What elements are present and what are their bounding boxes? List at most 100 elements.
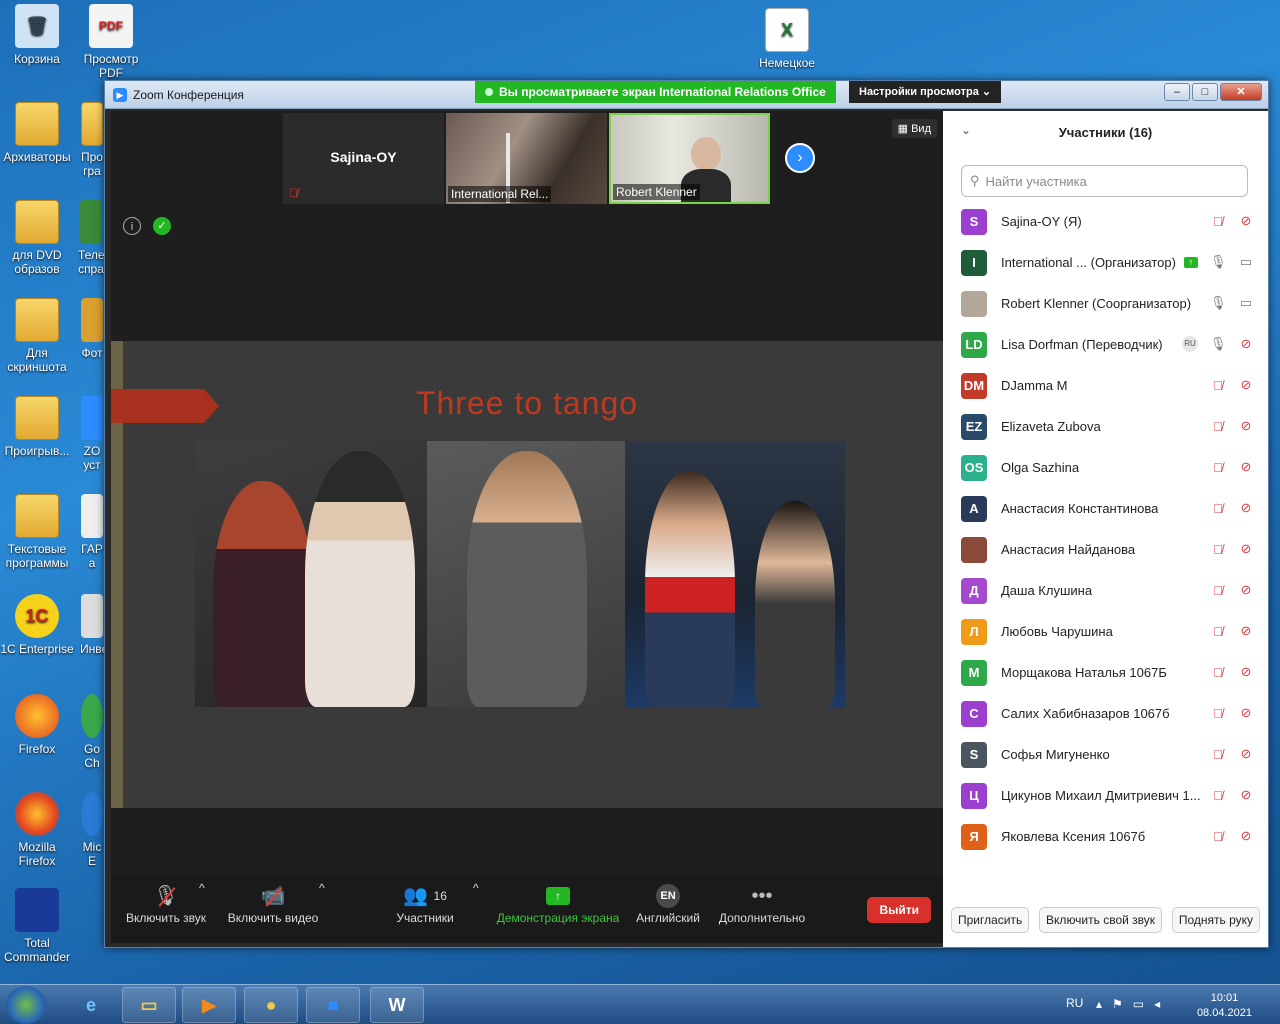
video-thumb-international[interactable]: International Rel... — [446, 113, 607, 204]
muted-mic-icon: 🎙̸ — [1213, 541, 1223, 557]
desktop-icon-label: Для скриншота — [7, 346, 67, 374]
view-button[interactable]: ▦ Вид — [891, 119, 937, 138]
interpretation-button[interactable]: EN Английский — [633, 881, 703, 925]
desktop-icon-partial[interactable]: Теле спра — [78, 200, 104, 276]
participant-row[interactable]: Robert Klenner (Соорганизатор) 🎙 ▭ — [943, 283, 1268, 324]
folder-icon — [15, 102, 59, 146]
invite-button[interactable]: Пригласить — [951, 907, 1030, 933]
close-button[interactable]: ✕ — [1220, 83, 1262, 101]
video-button[interactable]: 📹 Включить видео — [225, 881, 321, 925]
desktop-icon-total-commander[interactable]: Total Commander — [0, 888, 74, 964]
share-screen-button[interactable]: ↑ Демонстрация экрана — [495, 881, 621, 925]
desktop-icon-dvd[interactable]: для DVD образов — [0, 200, 74, 276]
language-indicator[interactable]: RU — [1066, 996, 1083, 1010]
participant-row[interactable]: А Анастасия Константинова 🎙̸ ⊘ — [943, 488, 1268, 529]
desktop-icon-players[interactable]: Проигрыв... — [0, 396, 74, 458]
desktop-icon-excel-file[interactable]: X Немецкое — [750, 8, 824, 70]
desktop-icon-partial[interactable]: Mic E — [80, 792, 104, 868]
muted-mic-icon: 🎙̸ — [1213, 582, 1223, 598]
info-icon[interactable]: i — [123, 217, 141, 235]
muted-mic-icon: 🎙̸ — [1213, 787, 1223, 803]
leave-button[interactable]: Выйти — [867, 897, 931, 923]
maximize-button[interactable]: □ — [1192, 83, 1218, 101]
participant-name: Даша Клушина — [1001, 583, 1093, 598]
word-taskbar-button[interactable]: W — [370, 987, 424, 1023]
photo-person — [755, 501, 835, 707]
desktop-icon-partial[interactable]: Go Ch — [80, 694, 104, 770]
participant-row[interactable]: I International ... (Организатор) ↑ 🎙 ▭ — [943, 242, 1268, 283]
explorer-taskbar-button[interactable]: ▭ — [122, 987, 176, 1023]
participant-row[interactable]: Л Любовь Чарушина 🎙̸ ⊘ — [943, 611, 1268, 652]
app-icon — [80, 200, 102, 244]
audio-button[interactable]: 🎙 Включить звук — [121, 881, 211, 925]
video-thumb-sajina[interactable]: Sajina-OY 🎙̸ — [283, 113, 444, 204]
chrome-taskbar-button[interactable]: ● — [244, 987, 298, 1023]
more-button[interactable]: ••• Дополнительно — [715, 881, 809, 925]
app-icon — [81, 298, 103, 342]
participant-row[interactable]: S Sajina-OY (Я) 🎙̸ ⊘ — [943, 201, 1268, 242]
desktop-icon-text-programs[interactable]: Текстовые программы — [0, 494, 74, 570]
participant-row[interactable]: Я Яковлева Ксения 1067б 🎙̸ ⊘ — [943, 816, 1268, 857]
desktop-icon-pdf-viewer[interactable]: PDF Просмотр PDF — [74, 4, 148, 80]
language-badge: RU — [1182, 336, 1198, 352]
participants-options-caret-icon[interactable]: ^ — [473, 881, 479, 895]
desktop-icon-partial[interactable]: Инве — [80, 594, 104, 656]
shared-screen: Three to tango — [111, 341, 943, 808]
raise-hand-button[interactable]: Поднять руку — [1171, 907, 1260, 933]
desktop-icon-partial[interactable]: ГАР а — [80, 494, 104, 570]
clock[interactable]: 10:01 08.04.2021 — [1197, 991, 1252, 1021]
participant-row[interactable]: S Софья Мигуненко 🎙̸ ⊘ — [943, 734, 1268, 775]
minimize-button[interactable]: – — [1164, 83, 1190, 101]
video-thumb-robert[interactable]: Robert Klenner — [609, 113, 770, 204]
audio-options-caret-icon[interactable]: ^ — [199, 881, 205, 895]
desktop-icon-1c[interactable]: 1C 1C Enterprise — [0, 594, 74, 656]
desktop-icon-partial[interactable]: Фот — [80, 298, 104, 360]
muted-mic-icon: 🎙̸ — [1213, 705, 1223, 721]
media-taskbar-button[interactable]: ▶ — [182, 987, 236, 1023]
ie-taskbar-button[interactable]: e — [64, 987, 118, 1023]
title-bar[interactable]: ▶ Zoom Конференция Вы просматриваете экр… — [105, 81, 1268, 109]
participant-status-icons: 🎙̸ ⊘ — [1210, 623, 1254, 639]
media-player-icon: ▶ — [202, 994, 216, 1015]
participants-button[interactable]: 👥 16 Участники — [393, 881, 457, 925]
participant-row[interactable]: Анастасия Найданова 🎙̸ ⊘ — [943, 529, 1268, 570]
desktop-icon-partial[interactable]: ZO уст — [80, 396, 104, 472]
participant-list: S Sajina-OY (Я) 🎙̸ ⊘ I International ... (Орг… — [943, 201, 1268, 857]
firefox-icon — [15, 792, 59, 836]
desktop-icon-mozilla-firefox[interactable]: Mozilla Firefox — [0, 792, 74, 868]
participant-row[interactable]: Ц Цикунов Михаил Дмитриевич 1... 🎙̸ ⊘ — [943, 775, 1268, 816]
sharing-dot-icon — [485, 88, 493, 96]
tray-icons[interactable]: ▴⚑▭◂ — [1096, 997, 1170, 1011]
participant-row[interactable]: Д Даша Клушина 🎙̸ ⊘ — [943, 570, 1268, 611]
desktop-icon-recycle-bin[interactable]: 🗑 Корзина — [0, 4, 74, 66]
thumb-name: Robert Klenner — [613, 184, 700, 200]
participant-name: Lisa Dorfman (Переводчик) — [1001, 337, 1163, 352]
view-options-button[interactable]: Настройки просмотра ⌄ — [849, 81, 1002, 103]
shield-icon[interactable]: ✓ — [153, 217, 171, 235]
photo-person — [467, 451, 587, 707]
language-icon: EN — [656, 884, 680, 908]
desktop-icon-archivers[interactable]: Архиваторы — [0, 102, 74, 164]
meeting-toolbar: 🎙 Включить звук ^ 📹 Включить видео ^ 👥 1… — [111, 875, 943, 943]
desktop-icon-screenshot[interactable]: Для скриншота — [0, 298, 74, 374]
desktop-icon-firefox[interactable]: Firefox — [0, 694, 74, 756]
participant-row[interactable]: LD Lisa Dorfman (Переводчик) RU 🎙 ⊘ — [943, 324, 1268, 365]
microphone-off-icon: 🎙 — [121, 881, 211, 911]
start-button[interactable] — [6, 986, 46, 1024]
participant-status-icons: 🎙̸ ⊘ — [1210, 787, 1254, 803]
participant-row[interactable]: DM DJamma M 🎙̸ ⊘ — [943, 365, 1268, 406]
desktop-icon-label: Корзина — [14, 52, 60, 66]
video-options-caret-icon[interactable]: ^ — [319, 881, 325, 895]
desktop-icon-partial[interactable]: Про гра — [80, 102, 104, 178]
zoom-taskbar-button[interactable]: ■ — [306, 987, 360, 1023]
participant-row[interactable]: OS Olga Sazhina 🎙̸ ⊘ — [943, 447, 1268, 488]
participant-search-input[interactable]: ⚲ Найти участника — [961, 165, 1248, 197]
participant-row[interactable]: EZ Elizaveta Zubova 🎙̸ ⊘ — [943, 406, 1268, 447]
participant-name: Olga Sazhina — [1001, 460, 1080, 475]
participant-row[interactable]: С Салих Хабибназаров 1067б 🎙̸ ⊘ — [943, 693, 1268, 734]
desktop-icon-label: Mozilla Firefox — [18, 840, 56, 868]
next-page-button[interactable]: › — [785, 143, 815, 173]
more-button-label: Дополнительно — [718, 911, 806, 925]
participant-row[interactable]: М Морщакова Наталья 1067Б 🎙̸ ⊘ — [943, 652, 1268, 693]
unmute-self-button[interactable]: Включить свой звук — [1039, 907, 1163, 933]
